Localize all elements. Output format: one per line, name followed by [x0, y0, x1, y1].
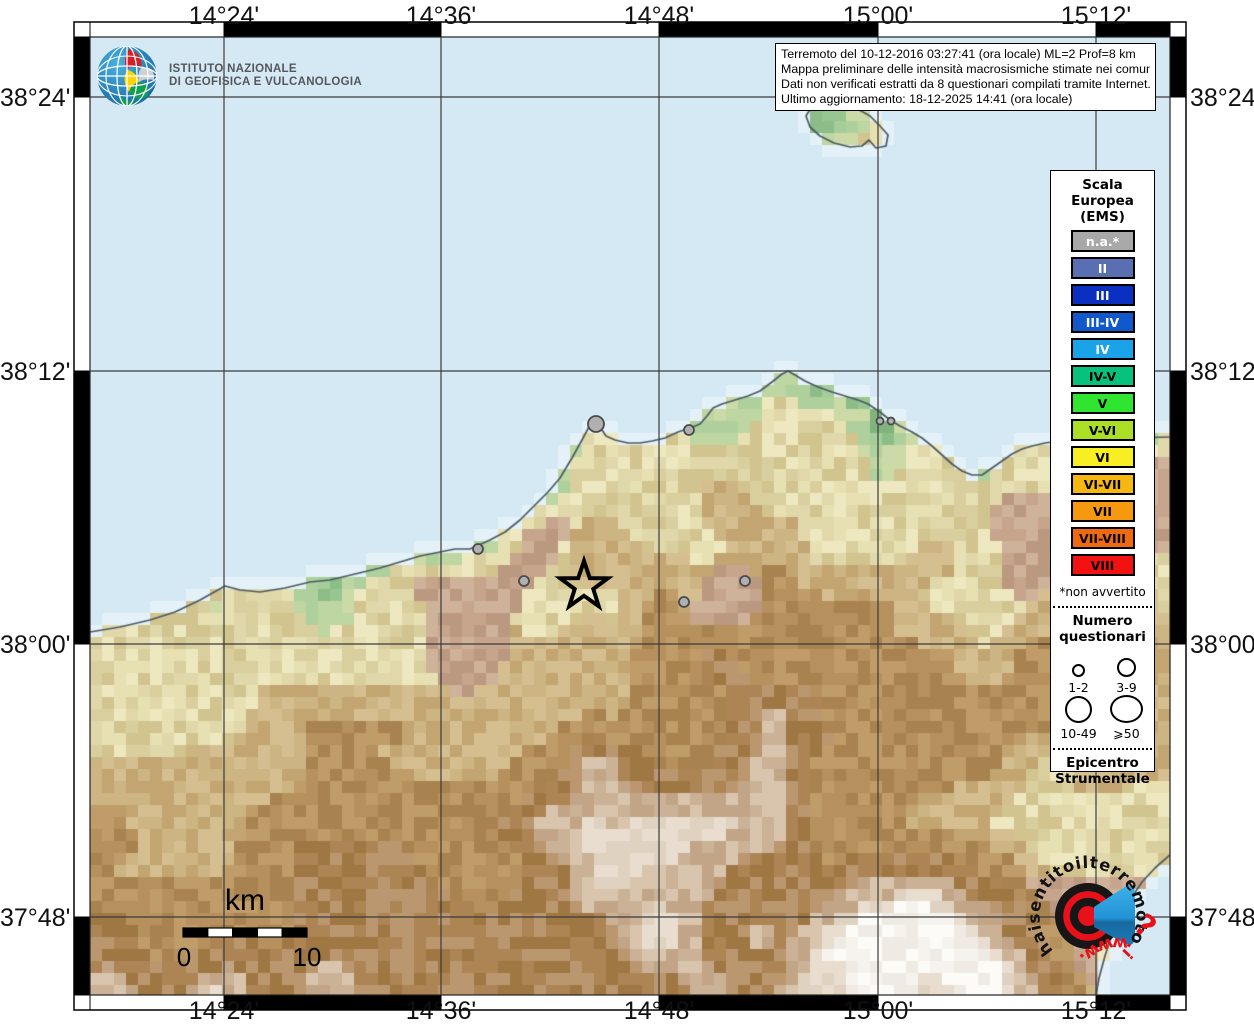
ingv-globe-icon [95, 44, 159, 108]
epicenter-title-2: Strumentale [1055, 771, 1150, 787]
earthquake-info-box: Terremoto del 10-12-2016 03:27:41 (ora l… [775, 43, 1156, 111]
legend-title-2: Europea [1071, 193, 1134, 209]
intensity-scale-chips: n.a.*IIIIIIII-IVIVIV-VVV-VIVIVI-VIIVIIVI… [1071, 225, 1135, 576]
lon-label-bottom-4: 15°12' [1061, 997, 1131, 1024]
legend-footnote: *non avvertito [1059, 585, 1145, 599]
lon-label-top-1: 14°36' [406, 2, 476, 31]
questionnaire-class-label: ⩾50 [1113, 726, 1139, 741]
lat-label-right-3: 37°48' [1190, 904, 1254, 933]
legend-chip-viii: VIII [1071, 554, 1135, 576]
legend-chip-iv: IV [1071, 338, 1135, 360]
lon-label-top-0: 14°24' [189, 2, 259, 31]
scalebar-end-label: 10 [293, 942, 322, 973]
terrain-map-canvas [90, 37, 1170, 995]
legend-title-1: Scala [1082, 177, 1123, 193]
info-line-event: Terremoto del 10-12-2016 03:27:41 (ora l… [781, 47, 1150, 62]
legend-chip-v: V [1071, 392, 1135, 414]
legend-chip-vii: VII [1071, 500, 1135, 522]
lat-label-left-3: 37°48' [0, 904, 70, 933]
lon-label-top-2: 14°48' [624, 2, 694, 31]
ingv-logo: ISTITUTO NAZIONALE DI GEOFISICA E VULCAN… [95, 44, 362, 108]
legend-separator-1 [1053, 606, 1152, 608]
legend-chip-ivv: IV-V [1071, 365, 1135, 387]
questionnaire-class-label: 10-49 [1060, 726, 1096, 741]
legend-chip-viiviii: VII-VIII [1071, 527, 1135, 549]
ingv-line1: ISTITUTO NAZIONALE [169, 63, 362, 77]
questionnaire-class: ⩾50 [1103, 695, 1151, 741]
legend-chip-vi: VI [1071, 446, 1135, 468]
legend-chip-vvi: V-VI [1071, 419, 1135, 441]
legend-chip-iiiiv: III-IV [1071, 311, 1135, 333]
legend-chip-ii: II [1071, 257, 1135, 279]
lat-label-right-2: 38°00' [1190, 631, 1254, 660]
info-line-updated: Ultimo aggiornamento: 18-12-2025 14:41 (… [781, 92, 1150, 107]
lat-label-left-0: 38°24' [0, 84, 70, 113]
questionnaire-class: 3-9 [1103, 649, 1151, 695]
scalebar-start-label: 0 [177, 942, 191, 973]
questionnaire-class: 10-49 [1055, 695, 1103, 741]
scalebar-unit-label: km [225, 884, 265, 918]
questionnaire-class-label: 3-9 [1116, 680, 1136, 695]
lon-label-top-4: 15°12' [1061, 2, 1131, 31]
questionnaire-title-1: Numero [1072, 613, 1132, 629]
lon-label-bottom-2: 14°48' [624, 997, 694, 1024]
lon-label-top-3: 15°00' [843, 2, 913, 31]
questionnaire-circle-icon [1117, 658, 1136, 677]
legend-chip-vivii: VI-VII [1071, 473, 1135, 495]
lat-label-right-1: 38°12' [1190, 358, 1254, 387]
questionnaire-class: 1-2 [1055, 649, 1103, 695]
legend-separator-2 [1053, 748, 1152, 750]
lat-label-left-1: 38°12' [0, 358, 70, 387]
lat-label-left-2: 38°00' [0, 631, 70, 660]
questionnaire-size-key: 1-2 3-9 10-49 ⩾50 [1055, 649, 1151, 741]
questionnaire-class-label: 1-2 [1068, 680, 1088, 695]
legend-panel: Scala Europea (EMS) n.a.*IIIIIIII-IVIVIV… [1050, 170, 1155, 772]
ingv-line2: DI GEOFISICA E VULCANOLOGIA [169, 76, 362, 90]
legend-chip-iii: III [1071, 284, 1135, 306]
legend-chip-na: n.a.* [1071, 230, 1135, 252]
lat-label-right-0: 38°24' [1190, 84, 1254, 113]
macroseismic-map-page: haisentitoilterremoto.it www. ? 14°24' 1… [0, 0, 1254, 1024]
info-line-map-type: Mappa preliminare delle intensità macros… [781, 62, 1150, 77]
lon-label-bottom-0: 14°24' [189, 997, 259, 1024]
questionnaire-title-2: questionari [1059, 629, 1146, 645]
ingv-wordmark: ISTITUTO NAZIONALE DI GEOFISICA E VULCAN… [169, 63, 362, 90]
epicenter-title-1: Epicentro [1066, 755, 1139, 771]
questionnaire-circle-icon [1065, 696, 1092, 723]
questionnaire-circle-icon [1110, 695, 1143, 723]
info-line-questionnaires: Dati non verificati estratti da 8 questi… [781, 77, 1150, 92]
legend-title-3: (EMS) [1080, 209, 1125, 225]
questionnaire-circle-icon [1072, 664, 1085, 677]
lon-label-bottom-1: 14°36' [406, 997, 476, 1024]
lon-label-bottom-3: 15°00' [843, 997, 913, 1024]
